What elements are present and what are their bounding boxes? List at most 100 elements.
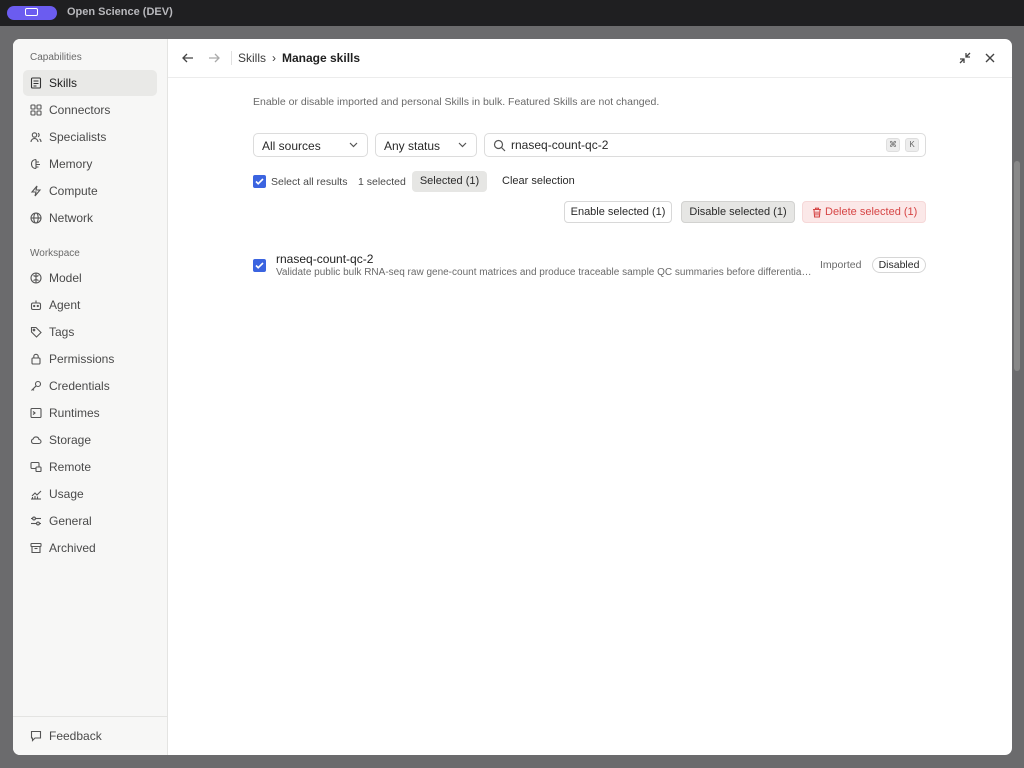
sidebar-item-label: Agent bbox=[49, 298, 81, 312]
forward-button[interactable] bbox=[206, 50, 222, 66]
main-panel: Skills › Manage skills Enable or disable… bbox=[168, 39, 1012, 755]
search-box: ⌘ K bbox=[484, 133, 926, 157]
sidebar-item-label: Specialists bbox=[49, 130, 107, 144]
sidebar-item-skills[interactable]: Skills bbox=[23, 70, 157, 96]
app-badge[interactable] bbox=[7, 6, 57, 20]
chevron-down-icon bbox=[458, 142, 467, 148]
enable-selected-button[interactable]: Enable selected (1) bbox=[564, 201, 672, 223]
sidebar-item-memory[interactable]: Memory bbox=[23, 151, 157, 177]
sidebar-divider bbox=[13, 716, 167, 717]
collapse-button[interactable] bbox=[957, 50, 973, 66]
arrow-left-icon bbox=[182, 53, 193, 63]
skill-description: Validate public bulk RNA-seq raw gene-co… bbox=[276, 267, 812, 278]
sidebar-item-remote[interactable]: Remote bbox=[23, 454, 157, 480]
select-all-label[interactable]: Select all results bbox=[271, 176, 347, 188]
shortcut-key-k: K bbox=[905, 138, 919, 152]
specialists-icon bbox=[30, 132, 42, 143]
check-icon bbox=[255, 178, 264, 185]
sidebar-item-label: General bbox=[49, 514, 92, 528]
search-input[interactable] bbox=[511, 137, 851, 153]
sidebar: Capabilities Skills Connectors Specialis… bbox=[13, 39, 168, 755]
sidebar-item-label: Memory bbox=[49, 157, 93, 171]
app-titlebar: Open Science (DEV) bbox=[0, 0, 1024, 26]
sidebar-item-general[interactable]: General bbox=[23, 508, 157, 534]
breadcrumb-skills[interactable]: Skills bbox=[238, 51, 266, 65]
minimize-icon bbox=[959, 52, 971, 64]
sidebar-item-label: Compute bbox=[49, 184, 98, 198]
delete-selected-label: Delete selected (1) bbox=[825, 206, 918, 218]
status-filter-value: Any status bbox=[384, 139, 441, 153]
sidebar-item-specialists[interactable]: Specialists bbox=[23, 124, 157, 150]
feedback-icon bbox=[30, 730, 42, 742]
lock-icon bbox=[31, 353, 41, 365]
back-button[interactable] bbox=[180, 50, 196, 66]
sidebar-item-model[interactable]: Model bbox=[23, 265, 157, 291]
sidebar-item-label: Credentials bbox=[49, 379, 110, 393]
sidebar-item-label: Permissions bbox=[49, 352, 115, 366]
sidebar-item-label: Network bbox=[49, 211, 94, 225]
search-icon bbox=[493, 139, 506, 152]
cloud-icon bbox=[31, 436, 42, 445]
header: Skills › Manage skills bbox=[168, 39, 1012, 78]
status-badge: Disabled bbox=[872, 257, 926, 273]
remote-icon bbox=[30, 461, 42, 473]
sliders-icon bbox=[31, 516, 41, 526]
trash-icon bbox=[813, 207, 821, 218]
sidebar-item-storage[interactable]: Storage bbox=[23, 427, 157, 453]
close-icon bbox=[985, 53, 995, 63]
settings-modal: Capabilities Skills Connectors Specialis… bbox=[13, 39, 1012, 755]
shortcut-key-cmd: ⌘ bbox=[886, 138, 900, 152]
sidebar-item-permissions[interactable]: Permissions bbox=[23, 346, 157, 372]
sidebar-item-network[interactable]: Network bbox=[23, 205, 157, 231]
sidebar-item-credentials[interactable]: Credentials bbox=[23, 373, 157, 399]
skill-name: rnaseq-count-qc-2 bbox=[276, 252, 374, 266]
arrow-right-icon bbox=[209, 53, 220, 63]
clear-selection-button[interactable]: Clear selection bbox=[502, 175, 575, 187]
tags-icon bbox=[30, 326, 42, 338]
skill-checkbox[interactable] bbox=[253, 259, 266, 272]
sidebar-item-usage[interactable]: Usage bbox=[23, 481, 157, 507]
status-filter-select[interactable]: Any status bbox=[375, 133, 477, 157]
chevron-down-icon bbox=[349, 142, 358, 148]
sidebar-item-label: Skills bbox=[49, 76, 78, 90]
check-icon bbox=[255, 262, 264, 269]
header-separator bbox=[231, 51, 232, 65]
sidebar-item-agent[interactable]: Agent bbox=[23, 292, 157, 318]
archive-icon bbox=[30, 542, 42, 554]
backdrop-scrollbar[interactable] bbox=[1014, 161, 1020, 371]
sidebar-item-compute[interactable]: Compute bbox=[23, 178, 157, 204]
memory-icon bbox=[30, 158, 40, 170]
sidebar-item-tags[interactable]: Tags bbox=[23, 319, 157, 345]
page-title: Manage skills bbox=[282, 51, 361, 65]
sidebar-item-label: Remote bbox=[49, 460, 92, 474]
sidebar-item-archived[interactable]: Archived bbox=[23, 535, 157, 561]
skill-source: Imported bbox=[820, 259, 862, 271]
source-filter-value: All sources bbox=[262, 139, 321, 153]
disable-selected-button[interactable]: Disable selected (1) bbox=[681, 201, 795, 223]
sidebar-item-runtimes[interactable]: Runtimes bbox=[23, 400, 157, 426]
terminal-icon bbox=[30, 407, 42, 419]
connectors-icon bbox=[30, 104, 42, 116]
feedback-label: Feedback bbox=[49, 729, 102, 743]
compute-icon bbox=[30, 185, 42, 197]
selected-filter-button[interactable]: Selected (1) bbox=[412, 171, 487, 192]
app-title: Open Science (DEV) bbox=[67, 6, 173, 18]
sidebar-item-label: Tags bbox=[49, 325, 75, 339]
feedback-button[interactable]: Feedback bbox=[23, 723, 157, 749]
delete-selected-button[interactable]: Delete selected (1) bbox=[802, 201, 926, 223]
sidebar-item-label: Usage bbox=[49, 487, 84, 501]
selected-count: 1 selected bbox=[358, 176, 406, 188]
sidebar-item-connectors[interactable]: Connectors bbox=[23, 97, 157, 123]
network-icon bbox=[30, 212, 42, 224]
sidebar-item-label: Archived bbox=[49, 541, 96, 555]
usage-icon bbox=[31, 490, 42, 500]
page-description: Enable or disable imported and personal … bbox=[253, 96, 660, 108]
close-button[interactable] bbox=[982, 50, 998, 66]
workspace-section-title: Workspace bbox=[30, 248, 80, 259]
sidebar-item-label: Runtimes bbox=[49, 406, 100, 420]
select-all-checkbox[interactable] bbox=[253, 175, 266, 188]
source-filter-select[interactable]: All sources bbox=[253, 133, 368, 157]
sidebar-item-label: Storage bbox=[49, 433, 92, 447]
breadcrumb-separator: › bbox=[272, 51, 276, 65]
sidebar-item-label: Model bbox=[49, 271, 82, 285]
